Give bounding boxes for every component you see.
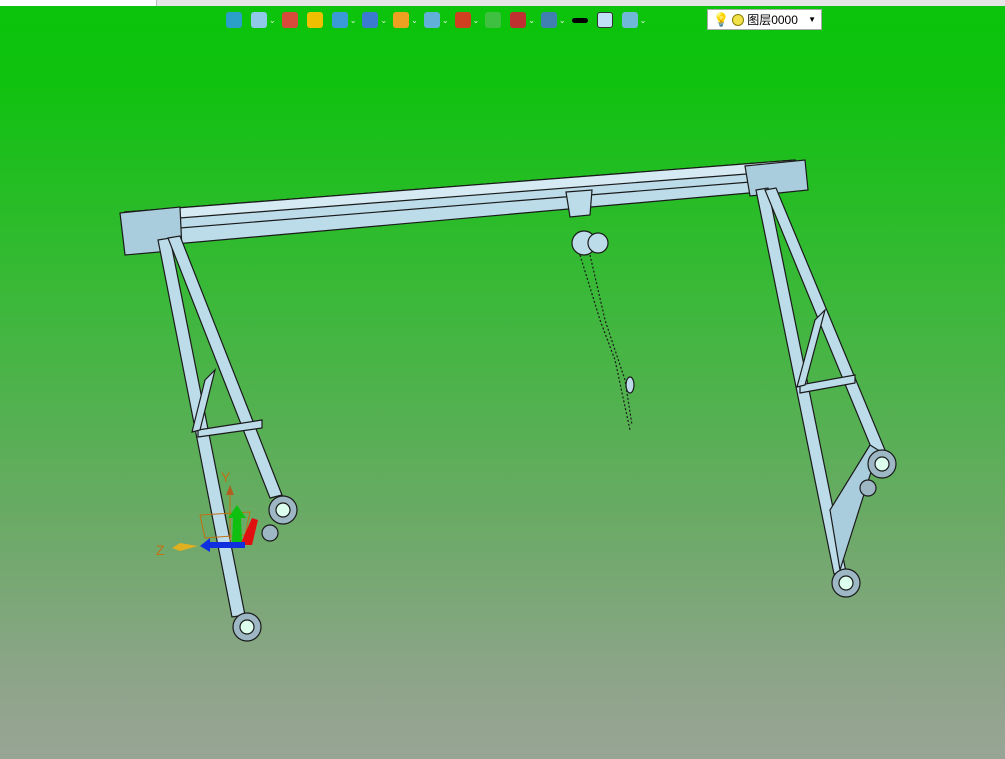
3d-viewport[interactable]: Y Z — [0, 0, 1005, 759]
gantry-crane-model — [119, 159, 897, 642]
z-axis-label: Z — [156, 542, 165, 558]
x-axis-arrow — [240, 518, 258, 545]
z-axis-label-arrow — [172, 543, 198, 551]
y-axis-label: Y — [221, 469, 231, 485]
y-axis-arrow — [226, 485, 234, 495]
